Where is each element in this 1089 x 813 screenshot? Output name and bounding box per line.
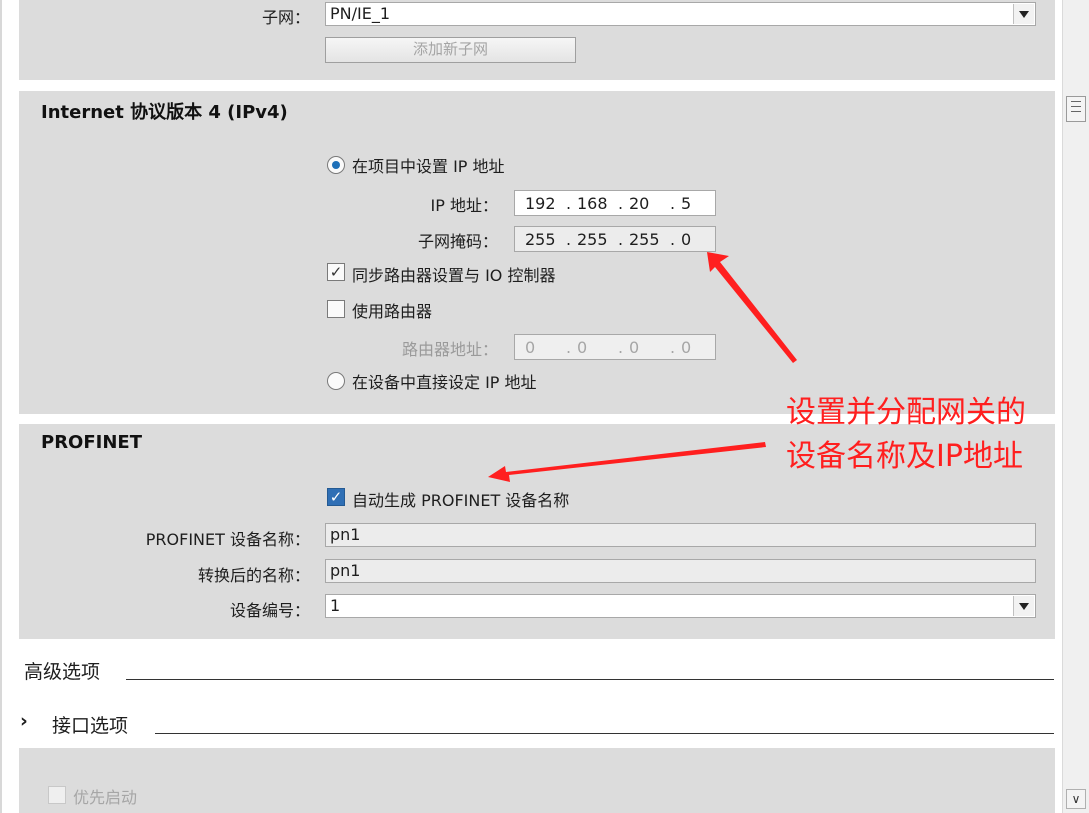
ip-dot: . (566, 194, 572, 213)
ip-octet-4: 5 (681, 194, 692, 213)
ipv4-panel (19, 91, 1055, 414)
ip-octet-1: 192 (525, 194, 556, 213)
auto-generate-name-checkbox[interactable]: ✓ (327, 488, 345, 506)
radio-set-ip-on-device[interactable] (327, 372, 345, 390)
advanced-divider (126, 679, 1054, 680)
router-octet-1: 0 (525, 338, 536, 357)
scrollbar-thumb[interactable] (1066, 96, 1086, 122)
converted-name-field[interactable]: pn1 (325, 559, 1036, 583)
subnet-dropdown[interactable]: PN/IE_1 (325, 2, 1036, 26)
chevron-down-icon[interactable] (1013, 4, 1034, 24)
router-address-label: 路由器地址： (401, 340, 498, 359)
mask-dot: . (670, 230, 676, 249)
priority-start-label: 优先启动 (73, 788, 138, 807)
sync-router-checkbox[interactable]: ✓ (327, 263, 345, 281)
converted-name-label: 转换后的名称： (197, 566, 310, 585)
ip-dot: . (670, 194, 676, 213)
use-router-checkbox[interactable] (327, 300, 345, 318)
mask-octet-2: 255 (577, 230, 608, 249)
ip-dot: . (618, 194, 624, 213)
mask-octet-3: 255 (629, 230, 660, 249)
router-octet-2: 0 (577, 338, 588, 357)
radio-set-ip-in-project-label: 在项目中设置 IP 地址 (352, 157, 505, 176)
annotation-text-line2: 设备名称及IP地址 (786, 439, 1023, 474)
chevron-down-icon[interactable] (1013, 596, 1034, 616)
radio-set-ip-in-project[interactable] (327, 156, 345, 174)
subnet-value: PN/IE_1 (330, 4, 391, 23)
device-number-dropdown[interactable]: 1 (325, 594, 1036, 618)
ip-octet-3: 20 (629, 194, 650, 213)
priority-start-checkbox[interactable] (48, 786, 66, 804)
vertical-scrollbar[interactable]: ∨ (1062, 0, 1089, 813)
subnet-mask-label: 子网掩码： (417, 232, 498, 251)
auto-generate-name-label: 自动生成 PROFINET 设备名称 (352, 491, 570, 510)
subnet-mask-field[interactable]: 255 . 255 . 255 . 0 (514, 226, 716, 252)
annotation-text-line1: 设置并分配网关的 (786, 395, 1026, 430)
router-dot: . (566, 338, 572, 357)
mask-octet-4: 0 (681, 230, 692, 249)
interface-divider (155, 733, 1054, 734)
interface-options-heading[interactable]: 接口选项 (52, 711, 128, 738)
interface-options-panel (19, 748, 1055, 813)
router-octet-4: 0 (681, 338, 692, 357)
device-number-label: 设备编号： (229, 601, 310, 620)
scroll-down-arrow-icon[interactable]: ∨ (1066, 789, 1086, 809)
router-dot: . (670, 338, 676, 357)
router-dot: . (618, 338, 624, 357)
profinet-section-title: PROFINET (41, 432, 142, 453)
expand-chevron-icon[interactable]: › (20, 710, 28, 732)
profinet-device-name-label: PROFINET 设备名称： (145, 530, 310, 549)
add-subnet-button[interactable]: 添加新子网 (325, 37, 576, 63)
router-address-field[interactable]: 0 . 0 . 0 . 0 (514, 334, 716, 360)
profinet-device-name-field[interactable]: pn1 (325, 523, 1036, 547)
radio-set-ip-on-device-label: 在设备中直接设定 IP 地址 (352, 373, 537, 392)
ip-address-label: IP 地址： (430, 196, 498, 215)
mask-octet-1: 255 (525, 230, 556, 249)
ip-octet-2: 168 (577, 194, 608, 213)
sync-router-label: 同步路由器设置与 IO 控制器 (352, 266, 556, 285)
device-number-value: 1 (330, 596, 341, 615)
mask-dot: . (566, 230, 572, 249)
advanced-options-heading[interactable]: 高级选项 (24, 657, 100, 684)
use-router-label: 使用路由器 (352, 302, 433, 321)
subnet-label: 子网： (261, 8, 310, 27)
router-octet-3: 0 (629, 338, 640, 357)
ipv4-section-title: Internet 协议版本 4 (IPv4) (41, 102, 288, 123)
mask-dot: . (618, 230, 624, 249)
ip-address-field[interactable]: 192 . 168 . 20 . 5 (514, 190, 716, 216)
left-edge (0, 0, 2, 813)
